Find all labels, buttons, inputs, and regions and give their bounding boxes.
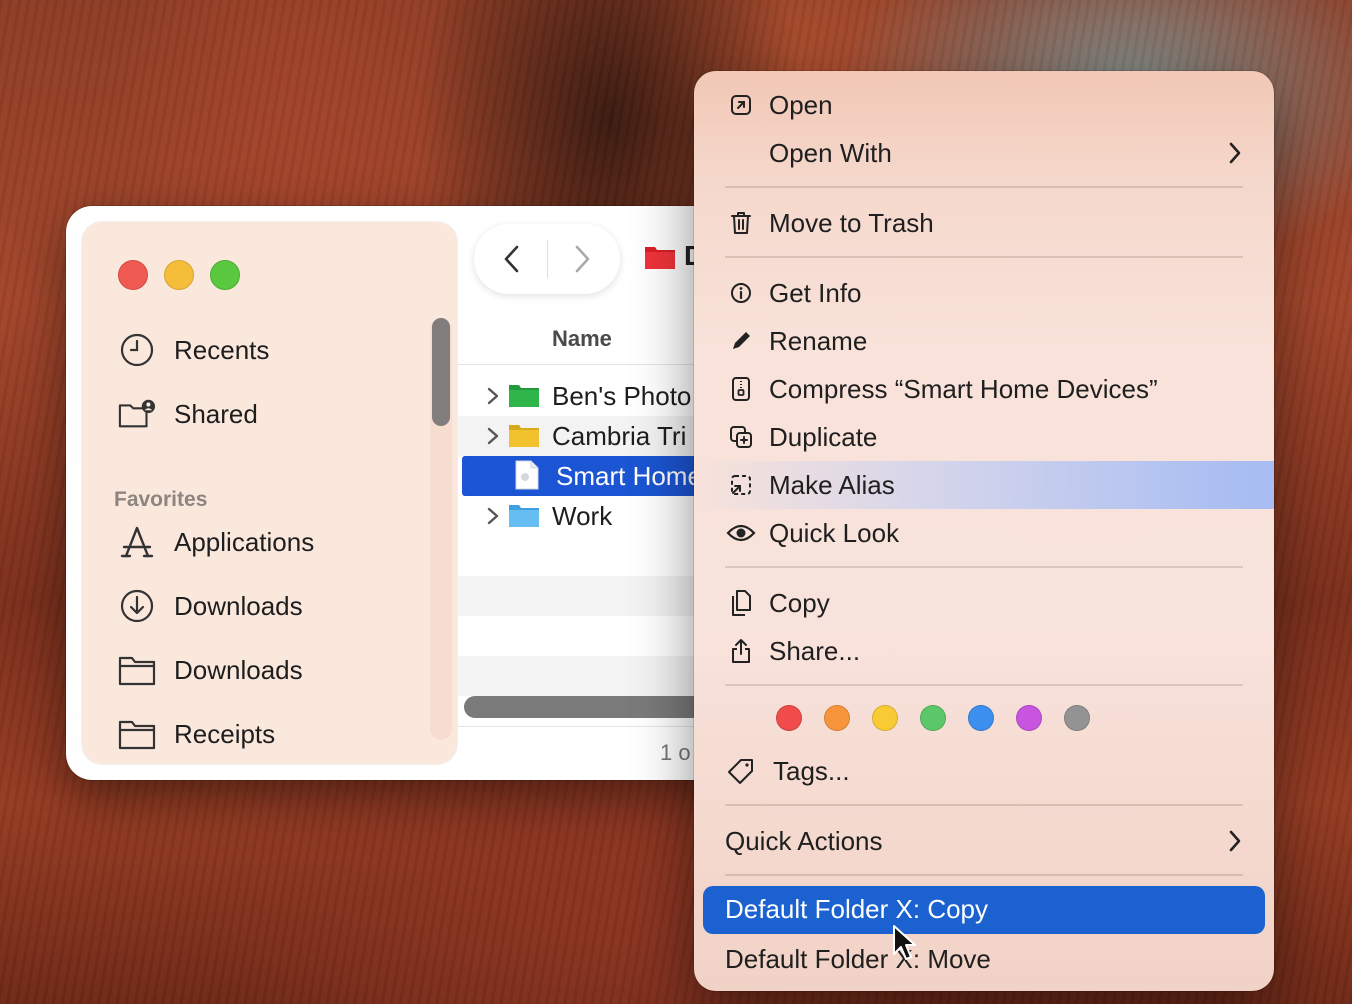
sidebar-item-label: Downloads [174,590,303,621]
tag-orange[interactable] [824,705,850,731]
menu-separator [725,804,1243,806]
menu-separator [725,874,1243,876]
folder-icon [508,382,540,413]
sidebar-item-label: Receipts [174,718,276,749]
back-button[interactable] [490,237,534,281]
menu-separator [725,566,1243,568]
sidebar-scrollbar-thumb[interactable] [432,318,450,426]
menu-item-compress[interactable]: Compress “Smart Home Devices” [694,366,1274,412]
file-name: Cambria Tri [552,421,687,451]
applications-icon [118,523,156,561]
menu-separator [725,684,1243,686]
menu-item-quick-look[interactable]: Quick Look [694,510,1274,556]
menu-item-open-with[interactable]: Open With [694,130,1274,176]
file-name: Ben's Photo [552,381,692,411]
folder-icon [508,502,540,533]
shared-folder-icon [118,395,156,433]
folder-icon [118,715,156,753]
sidebar-item-downloads-folder[interactable]: Downloads [118,648,303,692]
share-icon [726,637,756,665]
sidebar-item-shared[interactable]: Shared [118,392,258,436]
chevron-right-icon [1228,829,1242,858]
tag-gray[interactable] [1064,705,1090,731]
chevron-right-icon [575,245,590,273]
menu-item-move-to-trash[interactable]: Move to Trash [694,200,1274,246]
menu-item-get-info[interactable]: Get Info [694,270,1274,316]
folder-icon [118,651,156,689]
chevron-right-icon [1228,141,1242,170]
menu-item-make-alias[interactable]: Make Alias [694,462,1274,508]
context-menu: Open Open With Move to Trash Get Info Re… [694,71,1274,991]
tag-color-picker [776,705,1112,731]
tag-red[interactable] [776,705,802,731]
document-icon [514,460,540,495]
favorites-header: Favorites [114,488,208,511]
file-name: Work [552,501,613,531]
menu-item-copy[interactable]: Copy [694,580,1274,626]
menu-item-share[interactable]: Share... [694,628,1274,674]
pencil-icon [726,327,756,355]
info-icon [726,279,756,307]
title-folder-icon [644,244,676,275]
menu-separator [725,186,1243,188]
download-icon [118,587,156,625]
open-icon [726,91,756,119]
menu-item-duplicate[interactable]: Duplicate [694,414,1274,460]
zoom-button[interactable] [210,260,240,290]
close-button[interactable] [118,260,148,290]
trash-icon [726,209,756,237]
menu-item-tags[interactable]: Tags... [694,748,1274,794]
menu-item-open[interactable]: Open [694,82,1274,128]
disclosure-triangle-icon[interactable] [486,426,500,451]
sidebar: Recents Shared Favorites Applications Do… [82,222,457,764]
navigation-buttons [474,224,620,294]
sidebar-item-label: Shared [174,398,258,429]
menu-item-quick-actions[interactable]: Quick Actions [694,818,1274,864]
mouse-pointer-icon [892,924,918,967]
disclosure-triangle-icon[interactable] [486,506,500,531]
menu-item-default-folder-x-copy[interactable]: Default Folder X: Copy [703,886,1265,934]
folder-icon [508,422,540,453]
menu-item-default-folder-x-move[interactable]: Default Folder X: Move [694,936,1274,982]
sidebar-item-applications[interactable]: Applications [118,520,314,564]
tag-green[interactable] [920,705,946,731]
forward-button[interactable] [560,237,604,281]
minimize-button[interactable] [164,260,194,290]
tag-blue[interactable] [968,705,994,731]
sidebar-item-downloads[interactable]: Downloads [118,584,303,628]
tag-icon [726,757,756,785]
eye-icon [726,519,756,547]
status-bar-text: 1 o [660,740,691,765]
copy-icon [726,589,756,617]
sidebar-item-receipts[interactable]: Receipts [118,712,275,756]
chevron-left-icon [504,245,519,273]
disclosure-triangle-icon[interactable] [486,386,500,411]
clock-icon [118,331,156,369]
sidebar-item-label: Recents [174,334,270,365]
duplicate-icon [726,423,756,451]
file-name: Smart Home [556,461,702,491]
sidebar-item-recents[interactable]: Recents [118,328,269,372]
tag-purple[interactable] [1016,705,1042,731]
sidebar-item-label: Applications [174,526,315,557]
menu-item-rename[interactable]: Rename [694,318,1274,364]
archive-icon [726,375,756,403]
alias-icon [726,471,756,499]
finder-window: Recents Shared Favorites Applications Do… [66,206,766,780]
tag-yellow[interactable] [872,705,898,731]
sidebar-item-label: Downloads [174,654,303,685]
menu-separator [725,256,1243,258]
